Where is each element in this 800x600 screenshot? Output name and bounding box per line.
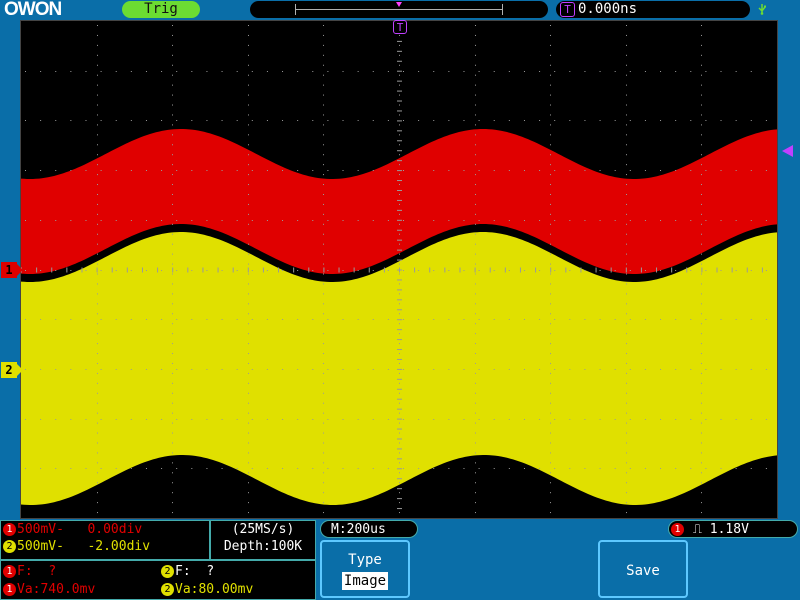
trigger-time-marker[interactable]: T (393, 20, 407, 34)
ch2-volts-div: 500mV (17, 539, 57, 554)
ch1-frequency: 1 F: ? (3, 563, 56, 580)
ch2-coupling: - (56, 539, 64, 554)
ch1-dot-icon: 1 (3, 565, 16, 578)
ch1-offset: 0.00div (87, 522, 143, 537)
sample-rate: (25MS/s) (231, 522, 295, 537)
logo-text: OWON (4, 0, 62, 20)
ch1-coupling: - (56, 522, 64, 537)
trigger-badge-icon: T (560, 2, 575, 17)
trigger-position-pointer-icon (396, 2, 402, 7)
ch2-vamp: 2 Va:80.00mv (161, 581, 253, 598)
trigger-position-value: 0.000ns (578, 1, 638, 17)
waveform-display[interactable] (20, 20, 778, 519)
horizontal-trigger-position: T 0.000ns (556, 1, 750, 18)
ch1-frequency-value: ? (48, 564, 57, 579)
ch2-dot-icon: 2 (161, 583, 174, 596)
measurement-panel: 1 F: ? 1 Va:740.0mv 2 F: ? 2 Va:80.00mv (0, 560, 316, 600)
memory-depth: Depth:100K (223, 539, 303, 554)
timebase-readout: M:200us (320, 520, 418, 538)
save-menu-button[interactable]: Save (598, 540, 688, 598)
trigger-source-dot-icon: 1 (671, 523, 684, 536)
type-value: Image (341, 572, 389, 590)
ch2-dot-icon: 2 (3, 540, 16, 553)
ch1-vamp-value: 740.0mv (40, 582, 96, 597)
save-label: Save (626, 563, 660, 579)
ch2-offset: -2.00div (87, 539, 151, 554)
ch2-frequency-value: ? (206, 564, 215, 579)
ch1-dot-icon: 1 (3, 523, 16, 536)
owon-logo: OWON (4, 0, 62, 20)
ch1-vamp: 1 Va:740.0mv (3, 581, 95, 598)
ch1-dot-icon: 1 (3, 583, 16, 596)
trigger-level-value: 1.18V (709, 522, 749, 537)
usb-icon (758, 4, 766, 15)
ch1-settings-row: 1 500mV- 0.00div (3, 521, 209, 538)
ch2-frequency: 2 F: ? (161, 563, 214, 580)
ch2-settings-row: 2 500mV- -2.00div (3, 538, 209, 555)
memory-position-bar (250, 1, 548, 18)
ch1-volts-div: 500mV (17, 522, 57, 537)
trigger-status-badge: Trig (122, 1, 200, 18)
ch2-dot-icon: 2 (161, 565, 174, 578)
scope-graticule (21, 21, 777, 514)
trigger-level-marker-icon[interactable] (782, 145, 793, 157)
rising-edge-icon: ⎍ (692, 522, 702, 537)
ch2-ground-marker[interactable]: 2 (1, 362, 23, 378)
type-label: Type (348, 552, 382, 568)
channel-settings-panel: 1 500mV- 0.00div 2 500mV- -2.00div (0, 520, 210, 560)
ch2-waveform (21, 232, 777, 505)
acquisition-panel: (25MS/s) Depth:100K (210, 520, 316, 560)
trigger-level-readout: 1 ⎍ 1.18V (668, 520, 798, 538)
type-menu-button[interactable]: Type Image (320, 540, 410, 598)
ch2-vamp-value: 80.00mv (198, 582, 254, 597)
ch1-ground-marker[interactable]: 1 (1, 262, 23, 278)
